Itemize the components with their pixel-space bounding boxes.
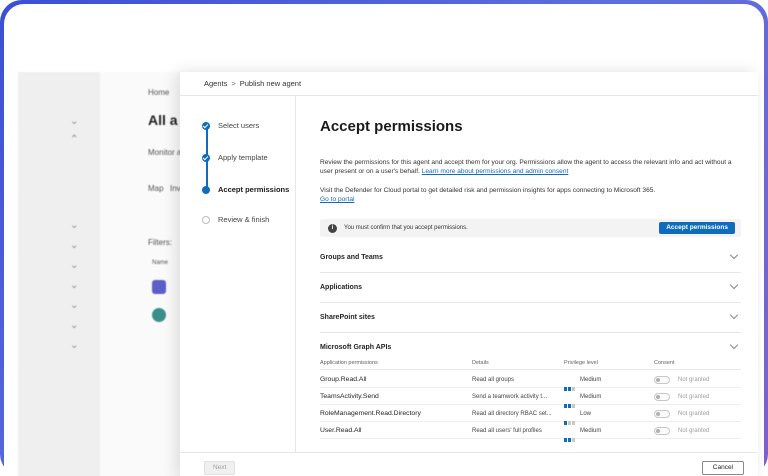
permission-details: Read all users' full profiles [472,428,542,434]
step-label: Select users [218,121,260,130]
consent-status: Not granted [678,428,710,434]
permission-name: RoleManagement.Read.Directory [320,410,421,417]
defender-text: Visit the Defender for Cloud portal to g… [320,187,656,194]
publish-agent-panel: Agents > Publish new agent Select users Ap… [180,72,758,476]
table-row[interactable]: User.Read.All Read all users' full profil… [320,423,741,442]
permission-name: User.Read.All [320,427,362,434]
column-header[interactable]: Privilege level [564,360,598,366]
chevron-down-icon[interactable]: ⌄ [70,116,78,127]
bg-filters-label: Filters: [148,238,172,247]
bg-page-title: All a [148,112,178,128]
chevron-down-icon[interactable]: ⌄ [70,320,78,331]
section-title: Groups and Teams [320,254,383,261]
banner-message: You must confirm that you accept permiss… [344,224,468,231]
privilege-level-icon [564,429,576,442]
breadcrumb-current: Publish new agent [239,79,302,88]
table-row[interactable]: RoleManagement.Read.Directory Read all di… [320,406,741,425]
privilege-level-icon [564,378,576,391]
section-sharepoint-sites[interactable]: SharePoint sites [320,303,741,333]
bg-subtitle: Monitor a [148,148,182,157]
privilege-level: Medium [580,428,602,434]
consent-status: Not granted [678,377,710,383]
consent-toggle[interactable] [654,376,670,384]
panel-footer: Next Cancel [180,452,758,476]
privilege-level: Low [580,411,592,417]
privilege-level-icon [564,412,576,425]
column-header[interactable]: Application permissions [320,360,378,366]
current-step-icon [202,186,210,194]
chevron-down-icon[interactable]: ⌄ [70,220,78,231]
chevron-up-icon[interactable]: ⌃ [70,134,78,145]
page-title: Accept permissions [320,118,463,135]
chevron-down-icon[interactable]: ⌄ [70,340,78,351]
chevron-down-icon[interactable]: ⌄ [70,300,78,311]
cancel-button[interactable]: Cancel [701,461,744,475]
permissions-description: Review the permissions for this agent an… [320,158,740,177]
consent-toggle[interactable] [654,427,670,435]
chevron-down-icon[interactable] [729,250,739,260]
confirm-banner: i You must confirm that you accept permi… [320,219,741,237]
frame-inner: ⌄ ⌃ ⌄ ⌄ ⌄ ⌄ ⌄ ⌄ ⌄ Home All a Monitor a M… [4,4,764,476]
step-label: Accept permissions [218,185,290,194]
breadcrumb-agents[interactable]: Agents [204,79,227,88]
bg-name-header: Name [152,260,169,266]
check-icon [202,122,210,130]
panel-header: Agents > Publish new agent [180,72,758,96]
table-header: Application permissions Details Privileg… [320,358,741,370]
learn-more-link[interactable]: Learn more about permissions and admin c… [422,168,569,175]
permission-details: Read all groups [472,377,515,383]
bg-breadcrumb[interactable]: Home [148,88,169,97]
pending-step-icon [202,216,210,224]
panel-content: Accept permissions Review the permission… [320,96,741,452]
section-title: Microsoft Graph APIs [320,344,392,351]
breadcrumb-separator: > [231,79,236,88]
agent-app-icon[interactable] [152,280,166,294]
left-nav: ⌄ ⌃ ⌄ ⌄ ⌄ ⌄ ⌄ ⌄ ⌄ [18,72,100,476]
chevron-down-icon[interactable]: ⌄ [70,260,78,271]
table-row[interactable]: TeamsActivity.Send Send a teamwork activi… [320,389,741,408]
privilege-level: Medium [580,377,602,383]
check-icon [202,154,210,162]
chevron-down-icon[interactable] [729,340,739,350]
permission-name: TeamsActivity.Send [320,393,379,400]
column-header[interactable]: Consent [654,360,675,366]
wizard-stepper: Select users Apply template Accept permi… [180,96,296,452]
agent-app-icon[interactable] [152,308,166,322]
section-title: Applications [320,284,363,291]
chevron-down-icon[interactable]: ⌄ [70,280,78,291]
consent-status: Not granted [678,411,710,417]
privilege-level: Medium [580,394,602,400]
permission-details: Read all directory RBAC set... [472,411,552,417]
column-header[interactable]: Details [472,360,489,366]
consent-status: Not granted [678,394,710,400]
next-button[interactable]: Next [204,461,236,475]
privilege-level-icon [564,395,576,408]
section-applications[interactable]: Applications [320,273,741,303]
table-row[interactable]: Group.Read.All Read all groups Medium Not g… [320,372,741,391]
breadcrumb: Agents > Publish new agent [204,79,301,88]
consent-toggle[interactable] [654,410,670,418]
section-groups-and-teams[interactable]: Groups and Teams [320,243,741,273]
info-icon: i [328,223,337,233]
bg-tab-map[interactable]: Map [148,184,164,193]
chevron-down-icon[interactable] [729,280,739,290]
section-title: SharePoint sites [320,314,375,321]
accept-permissions-button[interactable]: Accept permissions [659,222,735,234]
consent-toggle[interactable] [654,393,670,401]
go-to-portal-link[interactable]: Go to portal [320,196,354,203]
outer-frame: ⌄ ⌃ ⌄ ⌄ ⌄ ⌄ ⌄ ⌄ ⌄ Home All a Monitor a M… [0,0,768,476]
step-label: Apply template [218,153,268,162]
permission-details: Send a teamwork activity t... [472,394,548,400]
defender-description: Visit the Defender for Cloud portal to g… [320,186,740,205]
step-label: Review & finish [218,215,270,224]
chevron-down-icon[interactable]: ⌄ [70,240,78,251]
chevron-down-icon[interactable] [729,310,739,320]
permission-name: Group.Read.All [320,376,367,383]
